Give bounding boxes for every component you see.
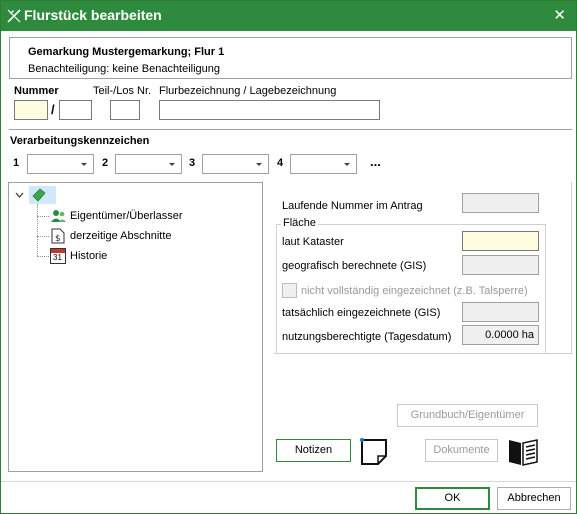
- flaeche-group-label: Fläche: [281, 217, 319, 229]
- svg-text:$: $: [55, 234, 61, 244]
- nummer-zaehler-input[interactable]: [14, 100, 48, 120]
- abbrechen-button[interactable]: Abbrechen: [497, 487, 571, 510]
- kataster-area-input[interactable]: [462, 231, 539, 251]
- chevron-down-icon: [81, 163, 87, 166]
- title-bar[interactable]: Flurstück bearbeiten ✕: [1, 1, 576, 31]
- divider: [9, 129, 572, 130]
- incomplete-drawn-checkbox[interactable]: [282, 283, 297, 298]
- tree-connector: [37, 256, 49, 257]
- chevron-down-icon: [256, 163, 262, 166]
- tree-item-label: Historie: [70, 250, 108, 262]
- kennzeichen-2-select[interactable]: [115, 154, 182, 174]
- more-kennzeichen-button[interactable]: ...: [370, 154, 381, 169]
- window-title: Flurstück bearbeiten: [24, 7, 162, 23]
- tree-item-label: Eigentümer/Überlasser: [70, 210, 183, 222]
- tree-connector: [37, 216, 49, 217]
- flurbezeichnung-input[interactable]: [159, 100, 380, 120]
- slash-separator: /: [51, 102, 55, 117]
- teil-los-input[interactable]: [110, 100, 140, 120]
- parcel-tree[interactable]: Eigentümer/Überlasser $ derzeitige Absch…: [8, 182, 263, 472]
- documents-book-icon[interactable]: [507, 437, 540, 467]
- dokumente-button[interactable]: Dokumente: [425, 439, 498, 462]
- calendar-day: 31: [53, 253, 62, 262]
- kennzeichen-3-select[interactable]: [202, 154, 269, 174]
- benachteiligung-text: Benachteiligung: keine Benachteiligung: [28, 63, 221, 75]
- notizen-button[interactable]: Notizen: [276, 439, 351, 462]
- tree-item-eigentuemer[interactable]: Eigentümer/Überlasser: [50, 207, 200, 225]
- eingezeichnet-area-input: [462, 302, 539, 322]
- gis-area-input: [462, 255, 539, 275]
- note-icon[interactable]: [359, 437, 389, 467]
- kennzeichen-1-label: 1: [13, 157, 20, 169]
- tree-connector: [37, 236, 49, 237]
- chevron-down-icon[interactable]: [15, 192, 24, 199]
- grundbuch-button[interactable]: Grundbuch/Eigentümer: [397, 404, 538, 427]
- kataster-label: laut Kataster: [282, 236, 344, 248]
- nummer-nenner-input[interactable]: [59, 100, 92, 120]
- nutzung-label: nutzungsberechtigte (Tagesdatum): [282, 331, 452, 343]
- teil-los-label: Teil-/Los Nr.: [93, 85, 152, 97]
- footer-divider: [1, 481, 576, 482]
- kennzeichen-4-label: 4: [277, 157, 284, 169]
- tree-item-abschnitte[interactable]: $ derzeitige Abschnitte: [50, 227, 200, 245]
- incomplete-drawn-label: nicht vollständig eingezeichnet (z.B. Ta…: [301, 285, 528, 297]
- dialog-window: Flurstück bearbeiten ✕ Gemarkung Musterg…: [0, 0, 577, 514]
- kennzeichen-3-label: 3: [189, 157, 196, 169]
- calendar-icon: 31: [50, 248, 66, 264]
- nummer-label: Nummer: [14, 85, 59, 97]
- parcel-info-box: Gemarkung Mustergemarkung; Flur 1 Benach…: [9, 37, 572, 79]
- flurbezeichnung-label: Flurbezeichnung / Lagebezeichnung: [159, 85, 337, 97]
- eingezeichnet-label: tatsächlich eingezeichnete (GIS): [282, 307, 441, 319]
- tree-root-node[interactable]: [29, 186, 56, 204]
- tree-item-historie[interactable]: 31 Historie: [50, 247, 200, 265]
- owner-icon: [51, 210, 66, 222]
- chevron-down-icon: [169, 163, 175, 166]
- gemarkung-text: Gemarkung Mustergemarkung; Flur 1: [28, 46, 225, 58]
- parcel-icon: [32, 188, 46, 202]
- close-icon[interactable]: ✕: [553, 6, 566, 24]
- nutzung-area-value: 0.0000 ha: [462, 325, 539, 345]
- tree-item-label: derzeitige Abschnitte: [70, 230, 172, 242]
- kennzeichen-4-select[interactable]: [290, 154, 357, 174]
- chevron-down-icon: [344, 163, 350, 166]
- kennzeichen-heading: Verarbeitungskennzeichen: [10, 135, 150, 147]
- laufende-nummer-label: Laufende Nummer im Antrag: [282, 200, 423, 212]
- gis-area-label: geografisch berechnete (GIS): [282, 260, 427, 272]
- kennzeichen-1-select[interactable]: [27, 154, 94, 174]
- ok-button[interactable]: OK: [415, 487, 490, 510]
- document-icon: $: [51, 228, 65, 244]
- tree-connector: [37, 204, 38, 256]
- laufende-nummer-input: [462, 193, 539, 213]
- parcel-edit-icon: [7, 9, 21, 23]
- kennzeichen-2-label: 2: [102, 157, 109, 169]
